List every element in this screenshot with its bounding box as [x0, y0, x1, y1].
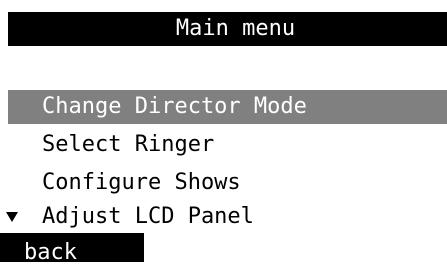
- menu-item-label: Change Director Mode: [42, 94, 307, 119]
- triangle-down-icon: [6, 212, 18, 222]
- menu-item-label: Configure Shows: [42, 170, 241, 195]
- menu-item-select-ringer[interactable]: Select Ringer: [8, 128, 447, 162]
- menu-item-label: Select Ringer: [42, 132, 215, 157]
- menu-item-adjust-lcd-panel[interactable]: Adjust LCD Panel: [6, 200, 447, 234]
- menu-item-change-director-mode[interactable]: Change Director Mode: [8, 90, 447, 124]
- menu-item-configure-shows[interactable]: Configure Shows: [8, 166, 447, 200]
- back-button[interactable]: back: [0, 233, 144, 265]
- blank-row: [8, 54, 447, 84]
- title-bar: Main menu: [8, 12, 447, 46]
- lcd-screen: Main menu Change Director Mode Select Ri…: [0, 0, 447, 265]
- menu-item-label: Adjust LCD Panel: [42, 204, 254, 229]
- page-title: Main menu: [175, 16, 296, 41]
- back-button-label: back: [24, 240, 77, 265]
